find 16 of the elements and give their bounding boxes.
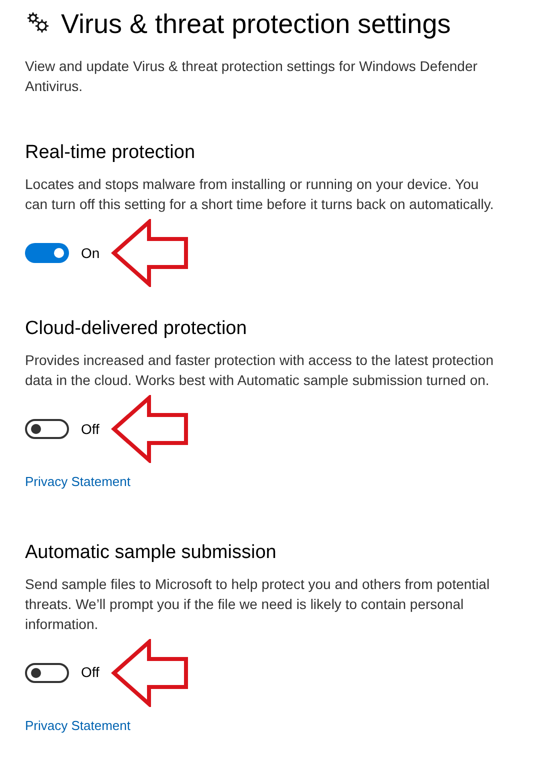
section-description: Send sample files to Microsoft to help protect you and others from potential threats. We’ll prompt you if the file we need is likely to contain personal information. (25, 574, 491, 634)
page-description: View and update Virus & threat protection settings for Windows Defender Antivirus. (25, 57, 478, 96)
toggle-switch[interactable] (25, 419, 69, 439)
toggle-switch[interactable] (25, 243, 69, 263)
section-description: Provides increased and faster protection with access to the latest protection data in the cloud. Works best with Automatic sample submission turned on. (25, 351, 494, 390)
toggle-label: On (81, 244, 101, 262)
section-heading: Automatic sample submission (25, 540, 278, 564)
toggle-label: Off (81, 420, 100, 438)
toggle-switch[interactable] (25, 662, 69, 682)
section-description: Locates and stops malware from installing or running on your device. You can turn off this setting for a short time before it turns back on automatically. (25, 175, 495, 214)
toggle-label: Off (81, 663, 100, 682)
page-title: Virus & threat protection settings (61, 8, 451, 41)
section-heading: Cloud-delivered protection (25, 317, 248, 341)
privacy-link[interactable]: Privacy Statement (25, 472, 130, 492)
section-heading: Real-time protection (25, 141, 196, 165)
privacy-link[interactable]: Privacy Statement (25, 716, 130, 735)
